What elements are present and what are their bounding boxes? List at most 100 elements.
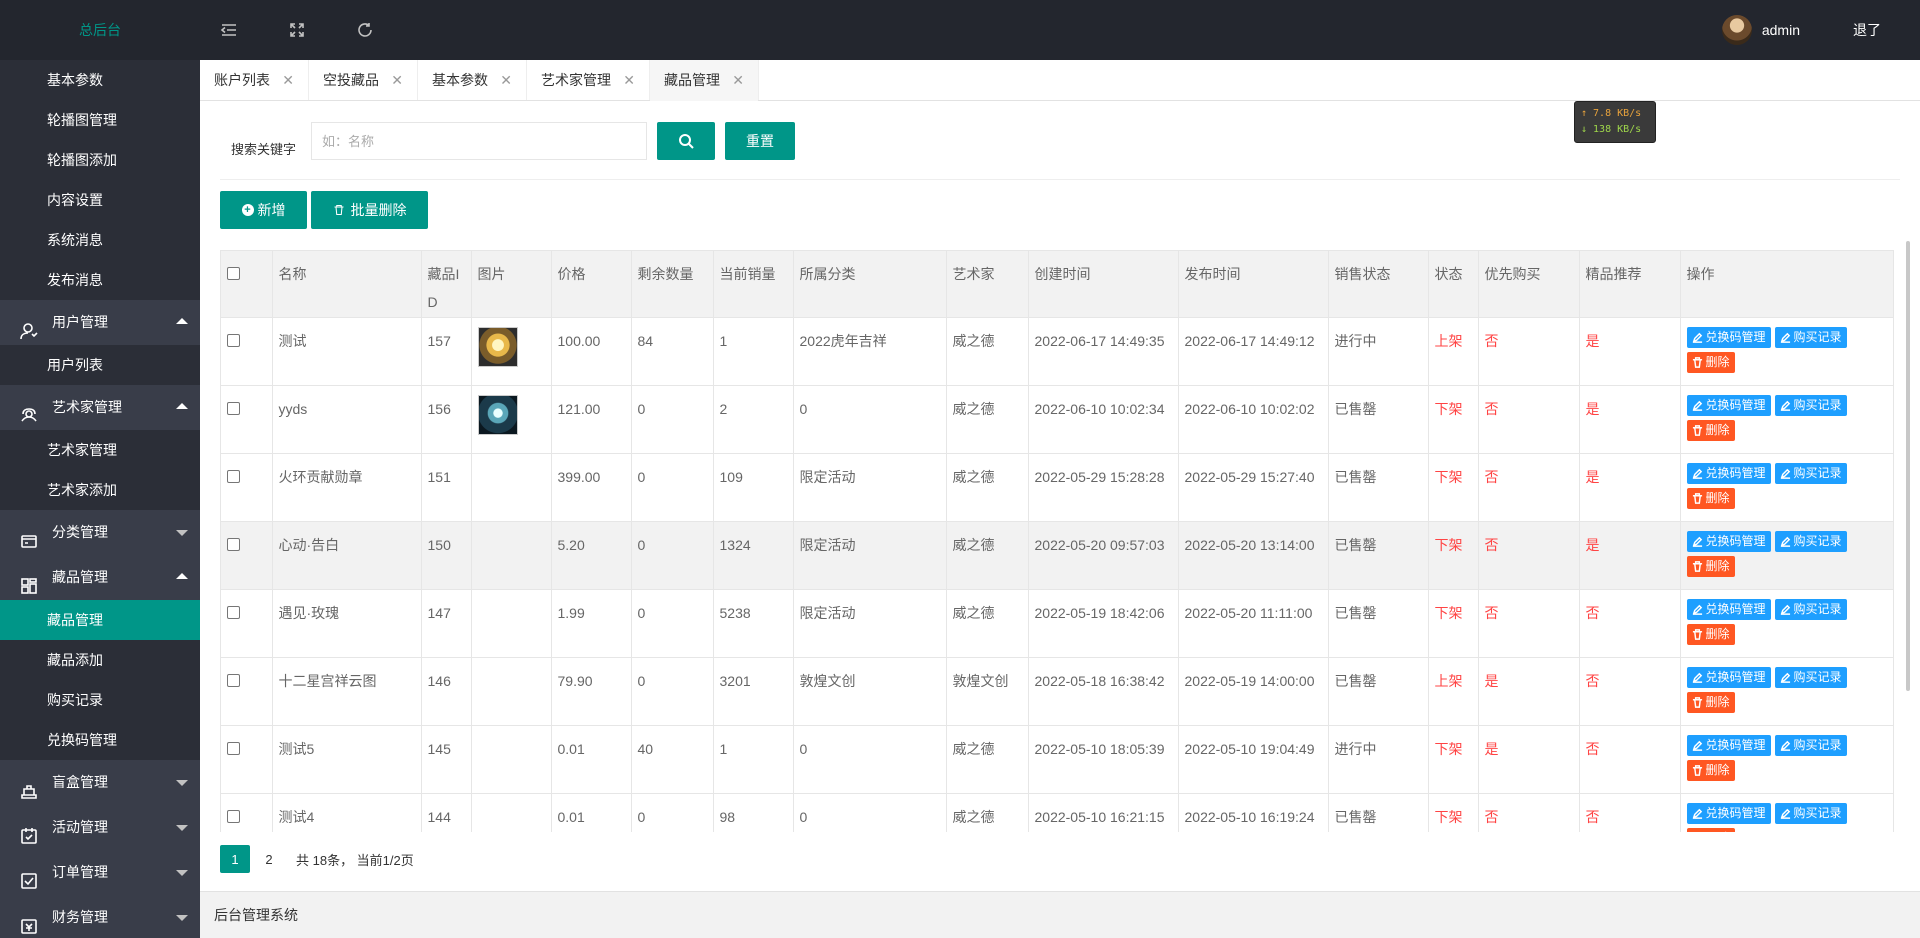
sidebar-item-artist-add[interactable]: 艺术家添加 (0, 470, 200, 510)
cell-id: 156 (421, 385, 472, 454)
page-1-button[interactable]: 1 (220, 845, 250, 873)
cell-price: 0.01 (551, 793, 632, 832)
row-checkbox[interactable] (227, 605, 240, 619)
sidebar-group-category-mgmt[interactable]: 分类管理 (0, 510, 200, 555)
row-checkbox[interactable] (227, 333, 240, 347)
sidebar-item-publish-message[interactable]: 发布消息 (0, 260, 200, 300)
tab-collection-mgmt[interactable]: 藏品管理 ✕ (650, 60, 759, 101)
sidebar-item-banner-mgmt[interactable]: 轮播图管理 (0, 100, 200, 140)
row-select-cell[interactable] (221, 657, 273, 726)
close-icon[interactable]: ✕ (623, 60, 635, 100)
purchase-records-button[interactable]: 购买记录 (1774, 666, 1847, 688)
search-input[interactable] (311, 122, 647, 160)
redeem-code-button[interactable]: 兑换码管理 (1686, 802, 1771, 824)
row-select-cell[interactable] (221, 589, 273, 658)
delete-button[interactable]: 删除 (1686, 827, 1735, 832)
reset-button[interactable]: 重置 (725, 122, 795, 160)
row-checkbox[interactable] (227, 401, 240, 415)
row-select-cell[interactable] (221, 793, 273, 832)
header-select-all[interactable] (221, 251, 273, 318)
row-checkbox[interactable] (227, 469, 240, 483)
purchase-records-button[interactable]: 购买记录 (1774, 394, 1847, 416)
sidebar-group-blindbox-mgmt[interactable]: 盲盒管理 (0, 760, 200, 805)
sidebar-item-banner-add[interactable]: 轮播图添加 (0, 140, 200, 180)
sidebar-group-activity-mgmt[interactable]: 活动管理 (0, 805, 200, 850)
sidebar-item-collection-add[interactable]: 藏品添加 (0, 640, 200, 680)
row-select-cell[interactable] (221, 317, 273, 386)
fullscreen-icon[interactable] (285, 18, 309, 42)
sidebar-group-label: 订单管理 (52, 864, 108, 880)
sidebar-group-order-mgmt[interactable]: 订单管理 (0, 850, 200, 895)
sidebar-group-artist-mgmt[interactable]: 艺术家管理 (0, 385, 200, 430)
close-icon[interactable]: ✕ (391, 60, 403, 100)
button-label: 购买记录 (1793, 669, 1842, 684)
tab-airdrop[interactable]: 空投藏品 ✕ (309, 60, 418, 100)
purchase-records-button[interactable]: 购买记录 (1774, 326, 1847, 348)
close-icon[interactable]: ✕ (500, 60, 512, 100)
redeem-code-button[interactable]: 兑换码管理 (1686, 666, 1771, 688)
purchase-records-button[interactable]: 购买记录 (1774, 734, 1847, 756)
delete-button[interactable]: 删除 (1686, 351, 1735, 373)
redeem-code-button[interactable]: 兑换码管理 (1686, 394, 1771, 416)
sidebar-item-purchase-records[interactable]: 购买记录 (0, 680, 200, 720)
sidebar-item-user-list[interactable]: 用户列表 (0, 345, 200, 385)
sidebar-item-redeem-code-mgmt[interactable]: 兑换码管理 (0, 720, 200, 760)
delete-button[interactable]: 删除 (1686, 555, 1735, 577)
search-button[interactable] (657, 122, 715, 160)
sidebar-item-content-settings[interactable]: 内容设置 (0, 180, 200, 220)
add-button[interactable]: + 新增 (220, 191, 307, 229)
page-2-button[interactable]: 2 (254, 845, 284, 873)
delete-button[interactable]: 删除 (1686, 487, 1735, 509)
collection-thumbnail[interactable] (477, 326, 518, 367)
delete-button[interactable]: 删除 (1686, 759, 1735, 781)
tab-account-list[interactable]: 账户列表 ✕ (200, 60, 309, 100)
purchase-records-button[interactable]: 购买记录 (1774, 530, 1847, 552)
sidebar-group-user-mgmt[interactable]: 用户管理 (0, 300, 200, 345)
tab-artist-mgmt[interactable]: 艺术家管理 ✕ (527, 60, 650, 100)
redeem-code-button[interactable]: 兑换码管理 (1686, 598, 1771, 620)
logo[interactable]: 总后台 (0, 0, 200, 60)
sidebar-item-system-messages[interactable]: 系统消息 (0, 220, 200, 260)
batch-delete-button[interactable]: 批量删除 (311, 191, 428, 229)
cell-published: 2022-05-10 19:04:49 (1178, 725, 1329, 794)
row-checkbox[interactable] (227, 741, 240, 755)
row-checkbox[interactable] (227, 673, 240, 687)
menu-toggle-icon[interactable] (217, 18, 241, 42)
user-menu[interactable]: admin (1721, 0, 1800, 60)
caret-down-icon (176, 530, 188, 536)
sidebar-group-finance-mgmt[interactable]: 财务管理 (0, 895, 200, 938)
sidebar-group-collection-mgmt[interactable]: 藏品管理 (0, 555, 200, 600)
redeem-code-button[interactable]: 兑换码管理 (1686, 326, 1771, 348)
caret-down-icon (176, 780, 188, 786)
purchase-records-button[interactable]: 购买记录 (1774, 462, 1847, 484)
redeem-code-button[interactable]: 兑换码管理 (1686, 530, 1771, 552)
row-select-cell[interactable] (221, 521, 273, 590)
close-icon[interactable]: ✕ (732, 60, 744, 100)
sidebar-item-artist-mgmt[interactable]: 艺术家管理 (0, 430, 200, 470)
sidebar-item-basic-params[interactable]: 基本参数 (0, 60, 200, 100)
row-select-cell[interactable] (221, 453, 273, 522)
cell-status: 下架 (1428, 453, 1479, 522)
tab-basic-params[interactable]: 基本参数 ✕ (418, 60, 527, 100)
select-all-checkbox[interactable] (227, 267, 240, 280)
table-scrollbar[interactable] (1906, 241, 1910, 691)
purchase-records-button[interactable]: 购买记录 (1774, 598, 1847, 620)
redeem-code-button[interactable]: 兑换码管理 (1686, 462, 1771, 484)
redeem-code-button[interactable]: 兑换码管理 (1686, 734, 1771, 756)
delete-button[interactable]: 删除 (1686, 419, 1735, 441)
cell-id: 150 (421, 521, 472, 590)
cell-published: 2022-05-20 11:11:00 (1178, 589, 1329, 658)
row-select-cell[interactable] (221, 385, 273, 454)
close-icon[interactable]: ✕ (282, 60, 294, 100)
delete-button[interactable]: 删除 (1686, 623, 1735, 645)
row-checkbox[interactable] (227, 537, 240, 551)
refresh-icon[interactable] (353, 18, 377, 42)
delete-button[interactable]: 删除 (1686, 691, 1735, 713)
sidebar-item-collection-mgmt[interactable]: 藏品管理 (0, 600, 200, 640)
purchase-records-button[interactable]: 购买记录 (1774, 802, 1847, 824)
cell-id: 145 (421, 725, 472, 794)
logout-link[interactable]: 退了 (1853, 0, 1881, 60)
collection-thumbnail[interactable] (477, 394, 518, 435)
row-checkbox[interactable] (227, 809, 240, 823)
row-select-cell[interactable] (221, 725, 273, 794)
